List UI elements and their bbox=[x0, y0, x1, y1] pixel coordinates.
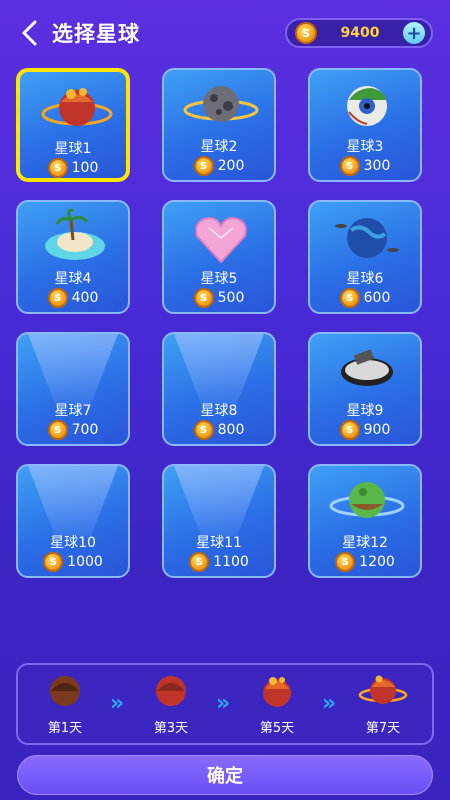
planet-name: 星球5 bbox=[200, 271, 238, 287]
planet-card[interactable]: 星球3 300 bbox=[308, 68, 422, 182]
planet-card[interactable]: 星球11 1100 bbox=[162, 464, 276, 578]
day-label: 第1天 bbox=[47, 721, 83, 736]
planet-grid: 星球1 100 星球2 200 bbox=[16, 68, 434, 578]
planet-name: 星球2 bbox=[200, 139, 238, 155]
price-value: 700 bbox=[71, 422, 99, 438]
planet-name: 星球4 bbox=[54, 271, 92, 287]
back-button[interactable] bbox=[14, 18, 44, 48]
planet-price: 300 bbox=[310, 156, 420, 176]
planet-11-placeholder bbox=[174, 466, 264, 536]
planet-card[interactable]: 星球9 900 bbox=[308, 332, 422, 446]
day-label: 第3天 bbox=[153, 721, 189, 736]
planet-name: 星球11 bbox=[196, 535, 242, 551]
price-value: 1100 bbox=[213, 554, 249, 570]
planet-price: 700 bbox=[18, 420, 128, 440]
planet-name: 星球12 bbox=[342, 535, 388, 551]
planet-card[interactable]: 星球6 600 bbox=[308, 200, 422, 314]
planet-6-art bbox=[327, 206, 407, 272]
page-title: 选择星球 bbox=[52, 22, 140, 46]
day-1-stage: 第1天 bbox=[30, 671, 100, 741]
arrow-icon: » bbox=[216, 691, 230, 716]
planet-name: 星球3 bbox=[346, 139, 384, 155]
planet-price: 900 bbox=[310, 420, 420, 440]
planet-price: 1200 bbox=[310, 552, 420, 572]
planet-3-art bbox=[327, 74, 407, 140]
chevron-left-icon bbox=[22, 20, 37, 46]
coin-icon bbox=[43, 552, 64, 572]
coin-icon bbox=[47, 158, 68, 178]
planet-card[interactable]: 星球4 400 bbox=[16, 200, 130, 314]
planet-price: 400 bbox=[18, 288, 128, 308]
day-label: 第7天 bbox=[365, 721, 401, 736]
planet-1-art bbox=[37, 76, 117, 142]
planet-price: 800 bbox=[164, 420, 274, 440]
planet-card[interactable]: 星球10 1000 bbox=[16, 464, 130, 578]
coin-icon bbox=[193, 156, 214, 176]
planet-card[interactable]: 星球2 200 bbox=[162, 68, 276, 182]
stage-1-icon bbox=[50, 676, 80, 706]
coin-amount: 9400 bbox=[340, 25, 380, 41]
arrow-icon: » bbox=[110, 691, 124, 716]
planet-7-placeholder bbox=[28, 334, 118, 404]
coin-icon bbox=[339, 288, 360, 308]
day-label: 第5天 bbox=[259, 721, 295, 736]
coin-icon bbox=[339, 156, 360, 176]
add-coins-button[interactable]: + bbox=[403, 22, 425, 44]
coin-icon bbox=[335, 552, 356, 572]
planet-name: 星球8 bbox=[200, 403, 238, 419]
planet-card[interactable]: 星球7 700 bbox=[16, 332, 130, 446]
coin-icon bbox=[339, 420, 360, 440]
planet-price: 100 bbox=[20, 158, 126, 178]
price-value: 300 bbox=[363, 158, 391, 174]
price-value: 500 bbox=[217, 290, 245, 306]
planet-card[interactable]: 星球1 100 bbox=[16, 68, 130, 182]
planet-name: 星球10 bbox=[50, 535, 96, 551]
planet-name: 星球7 bbox=[54, 403, 92, 419]
price-value: 1000 bbox=[67, 554, 103, 570]
price-value: 100 bbox=[71, 160, 99, 176]
stage-3-icon bbox=[156, 676, 186, 706]
coin-icon bbox=[193, 288, 214, 308]
planet-card[interactable]: 星球12 1200 bbox=[308, 464, 422, 578]
planet-name: 星球6 bbox=[346, 271, 384, 287]
planet-name: 星球9 bbox=[346, 403, 384, 419]
arrow-icon: » bbox=[322, 691, 336, 716]
coin-icon bbox=[47, 420, 68, 440]
day-5-stage: 第5天 bbox=[242, 671, 312, 741]
coin-balance: 9400 + bbox=[285, 18, 433, 48]
stage-5-icon bbox=[263, 677, 291, 707]
planet-name: 星球1 bbox=[54, 141, 92, 157]
planet-price: 1100 bbox=[164, 552, 274, 572]
planet-10-placeholder bbox=[28, 466, 118, 536]
planet-4-art bbox=[35, 206, 115, 272]
planet-price: 1000 bbox=[18, 552, 128, 572]
planet-8-placeholder bbox=[174, 334, 264, 404]
price-value: 800 bbox=[217, 422, 245, 438]
planet-card[interactable]: 星球5 500 bbox=[162, 200, 276, 314]
coin-icon bbox=[193, 420, 214, 440]
confirm-button[interactable]: 确定 bbox=[17, 755, 433, 795]
planet-price: 600 bbox=[310, 288, 420, 308]
planet-card[interactable]: 星球8 800 bbox=[162, 332, 276, 446]
planet-9-art bbox=[327, 338, 407, 404]
day-3-stage: 第3天 bbox=[136, 671, 206, 741]
stage-7-icon bbox=[358, 675, 408, 704]
planet-5-art bbox=[181, 206, 261, 272]
planet-12-art bbox=[327, 470, 407, 536]
coin-icon bbox=[47, 288, 68, 308]
day-7-stage: 第7天 bbox=[348, 671, 418, 741]
price-value: 1200 bbox=[359, 554, 395, 570]
price-value: 400 bbox=[71, 290, 99, 306]
coin-icon bbox=[295, 22, 317, 44]
coin-icon bbox=[189, 552, 210, 572]
progression-panel: 第1天 » 第3天 » 第5天 » 第7天 bbox=[16, 663, 434, 745]
price-value: 200 bbox=[217, 158, 245, 174]
price-value: 900 bbox=[363, 422, 391, 438]
planet-2-art bbox=[181, 74, 261, 140]
top-bar: 选择星球 9400 + bbox=[0, 0, 450, 64]
price-value: 600 bbox=[363, 290, 391, 306]
planet-price: 200 bbox=[164, 156, 274, 176]
planet-price: 500 bbox=[164, 288, 274, 308]
